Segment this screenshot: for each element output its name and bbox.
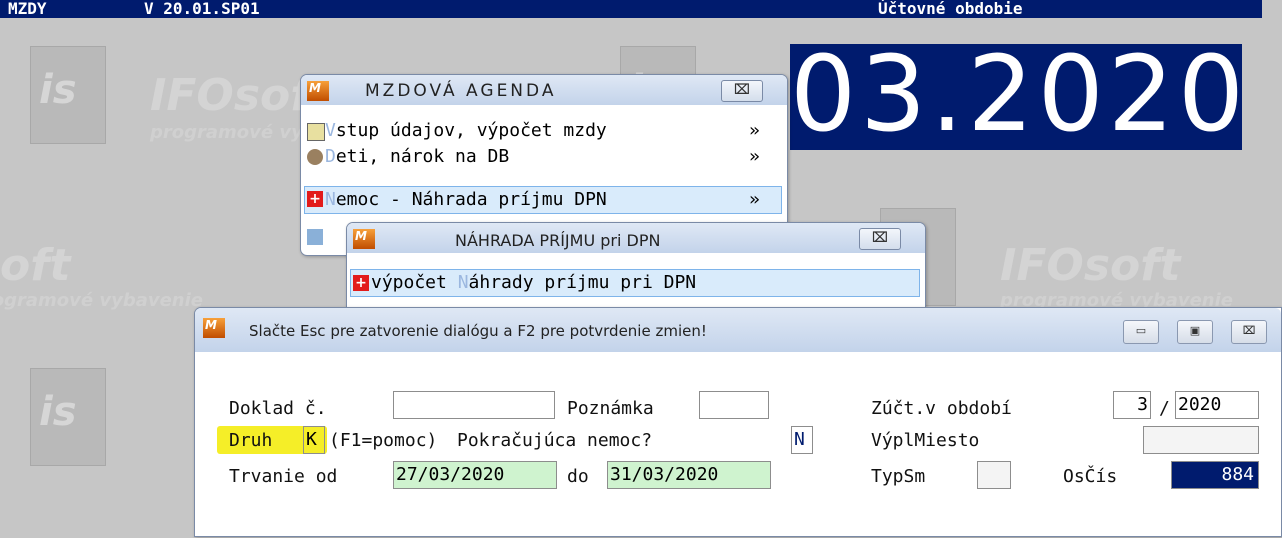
close-button[interactable]: ⌧: [1231, 320, 1267, 344]
trvanie-od-field[interactable]: 27/03/2020: [393, 461, 557, 489]
zuct-year-field[interactable]: 2020: [1175, 391, 1259, 419]
pokracujuca-label: Pokračujúca nemoc?: [457, 430, 653, 451]
minimize-button[interactable]: ▭: [1123, 320, 1159, 344]
app-version: V 20.01.SP01: [144, 0, 260, 18]
period-label: Účtovné obdobie: [878, 0, 1023, 18]
do-label: do: [567, 466, 589, 487]
menu-item-vstup[interactable]: Vstup údajov, výpočet mzdy»: [325, 119, 760, 143]
app-m-icon: M: [307, 81, 329, 101]
top-status-bar: MZDY V 20.01.SP01 Účtovné obdobie: [0, 0, 1262, 18]
maximize-button[interactable]: ▣: [1177, 320, 1213, 344]
menu-titlebar: M MZDOVÁ AGENDA ⌧: [301, 75, 787, 105]
trvanie-do-field[interactable]: 31/03/2020: [607, 461, 771, 489]
menu-title: NÁHRADA PRÍJMU pri DPN: [455, 231, 661, 250]
menu-titlebar: M NÁHRADA PRÍJMU pri DPN ⌧: [347, 223, 925, 253]
doklad-label: Doklad č.: [229, 398, 327, 419]
vyplmiesto-field[interactable]: [1143, 426, 1259, 454]
is-logo-watermark: is: [30, 368, 106, 466]
poznamka-field[interactable]: [699, 391, 769, 419]
app-m-icon: M: [353, 229, 375, 249]
menu-item-vypocet-nahrady[interactable]: výpočet Náhrady príjmu pri DPN: [371, 271, 696, 295]
close-button[interactable]: ⌧: [859, 228, 901, 250]
nahrada-prijmu-menu: M NÁHRADA PRÍJMU pri DPN ⌧ + výpočet Náh…: [346, 222, 926, 320]
dialog-title: Slačte Esc pre zatvorenie dialógu a F2 p…: [249, 322, 707, 340]
oscis-label: OsČís: [1063, 466, 1118, 487]
doklad-field[interactable]: [393, 391, 555, 419]
typsm-label: TypSm: [871, 466, 926, 487]
document-icon: [307, 229, 323, 245]
poznamka-label: Poznámka: [567, 398, 654, 419]
zuct-obdobie-label: Zúčt.v období: [871, 398, 1012, 419]
dpn-dialog: M Slačte Esc pre zatvorenie dialógu a F2…: [194, 307, 1282, 537]
close-button[interactable]: ⌧: [721, 80, 763, 102]
red-cross-icon: +: [307, 191, 323, 207]
app-m-icon: M: [203, 318, 225, 338]
menu-title: MZDOVÁ AGENDA: [365, 81, 557, 101]
zuct-month-field[interactable]: 3: [1113, 391, 1151, 419]
brand-watermark: IFOsoft: [1000, 240, 1181, 291]
zuct-separator: /: [1159, 398, 1170, 419]
tagline-watermark: programové vybavenie: [0, 290, 203, 311]
children-icon: [307, 149, 323, 165]
typsm-field[interactable]: [977, 461, 1011, 489]
menu-item-deti[interactable]: Deti, nárok na DB»: [325, 145, 760, 169]
menu-item-nemoc[interactable]: Nemoc - Náhrada príjmu DPN»: [325, 188, 760, 212]
dialog-titlebar: M Slačte Esc pre zatvorenie dialógu a F2…: [195, 308, 1281, 352]
vyplmiesto-label: VýplMiesto: [871, 430, 980, 451]
app-name: MZDY: [8, 0, 47, 18]
oscis-field[interactable]: 884: [1171, 461, 1259, 489]
druh-label: Druh: [229, 430, 273, 451]
trvanie-od-label: Trvanie od: [229, 466, 338, 487]
druh-help: (F1=pomoc): [329, 430, 438, 451]
edit-icon: [307, 123, 325, 141]
accounting-period-display: 03.2020: [790, 33, 1249, 155]
pokracujuca-field[interactable]: N: [791, 426, 813, 454]
red-cross-icon: +: [353, 275, 369, 291]
brand-watermark: IFOsoft: [0, 240, 71, 291]
is-logo-watermark: is: [30, 46, 106, 144]
druh-field[interactable]: K: [303, 426, 325, 454]
